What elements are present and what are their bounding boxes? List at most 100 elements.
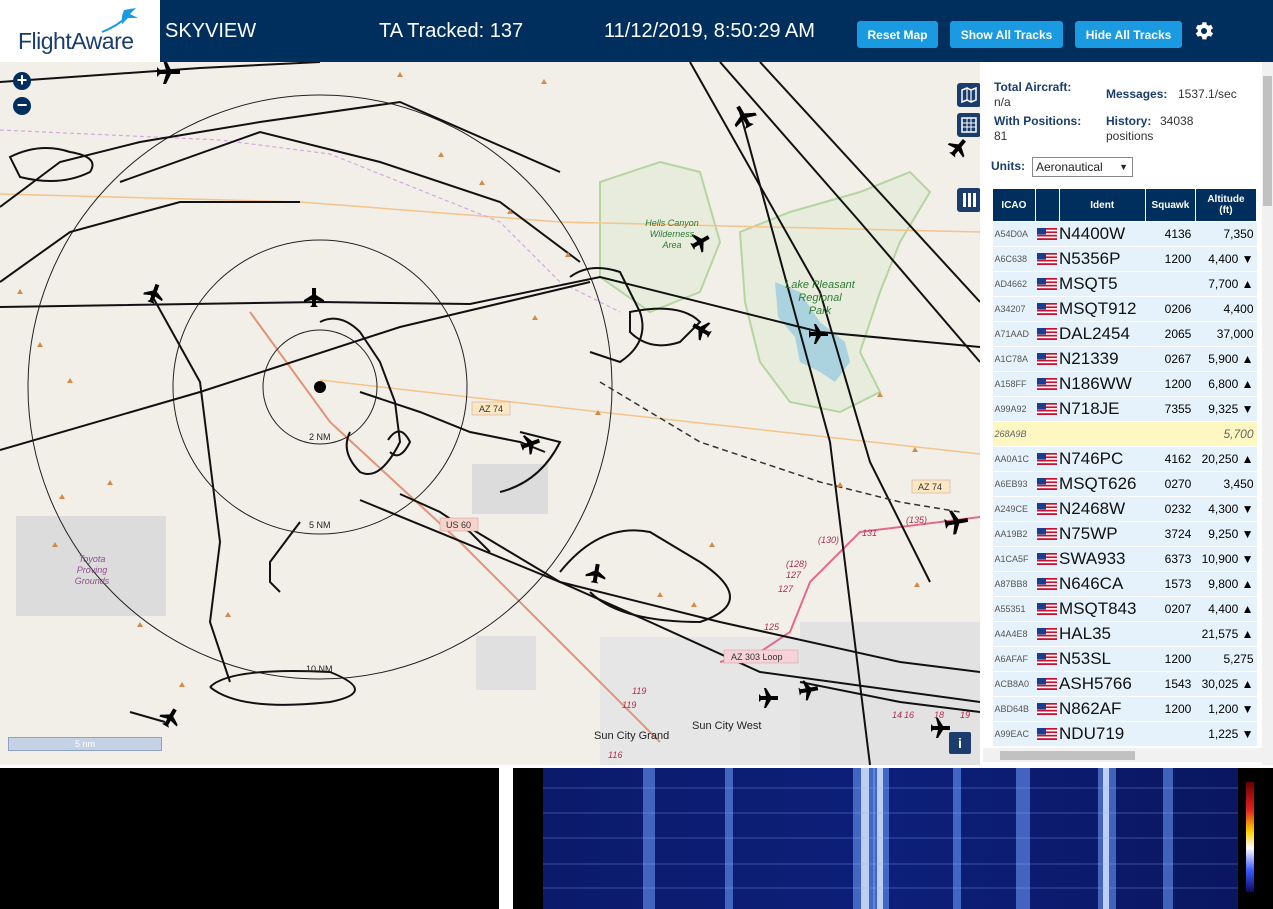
us-flag-icon	[1035, 346, 1060, 372]
altitude-column-header[interactable]: Altitude (ft)	[1194, 188, 1258, 222]
table-row[interactable]: A6AFAF N53SL 1200 5,275	[992, 646, 1257, 672]
squawk-cell: 3724	[1145, 521, 1196, 547]
columns-icon[interactable]	[957, 188, 980, 212]
table-row[interactable]: A34207 MSQT912 0206 4,400	[992, 296, 1257, 322]
altitude-cell: 5,900 ▲	[1195, 346, 1257, 372]
table-row[interactable]: A158FF N186WW 1200 6,800 ▲	[992, 371, 1257, 397]
history-value: 34038	[1160, 114, 1194, 128]
table-row[interactable]: 268A9B 5,700	[992, 421, 1257, 447]
ident-cell	[1059, 421, 1146, 447]
route-number: (128)	[786, 559, 807, 569]
zoom-out-button[interactable]: −	[13, 96, 31, 115]
history-label: History:	[1106, 114, 1152, 128]
icao-cell: A99EAC	[992, 721, 1036, 747]
us-flag-icon	[1035, 521, 1060, 547]
table-row[interactable]: A71AAD DAL2454 2065 37,000	[992, 321, 1257, 347]
table-row[interactable]: AA0A1C N746PC 4162 20,250 ▲	[992, 446, 1257, 472]
us-flag-icon	[1035, 496, 1060, 522]
current-datetime: 11/12/2019, 8:50:29 AM	[604, 20, 815, 42]
reset-map-button[interactable]: Reset Map	[857, 21, 938, 48]
table-row[interactable]: ABD64B N862AF 1200 1,200 ▼	[992, 696, 1257, 722]
icao-cell: ABD64B	[992, 696, 1036, 722]
table-row[interactable]: A6EB93 MSQT626 0270 3,450	[992, 471, 1257, 497]
settings-gear-icon[interactable]	[1192, 19, 1216, 43]
icao-cell: A34207	[992, 296, 1036, 322]
with-positions-label: With Positions:	[994, 114, 1082, 128]
squawk-column-header[interactable]: Squawk	[1144, 188, 1196, 222]
table-row[interactable]: A99A92 N718JE 7355 9,325 ▼	[992, 396, 1257, 422]
table-row[interactable]: A1CA5F SWA933 6373 10,900 ▼	[992, 546, 1257, 572]
altitude-cell: 5,700	[1195, 421, 1257, 447]
units-select-value: Aeronautical	[1036, 160, 1103, 174]
table-row[interactable]: AD4662 MSQT5 7,700 ▲	[992, 271, 1257, 297]
altitude-cell: 10,900 ▼	[1195, 546, 1257, 572]
squawk-cell	[1145, 421, 1196, 447]
table-row[interactable]: A249CE N2468W 0232 4,300 ▼	[992, 496, 1257, 522]
squawk-cell: 4136	[1145, 221, 1196, 247]
us-flag-icon	[1035, 671, 1060, 697]
range-label-5nm: 5 NM	[309, 520, 331, 530]
squawk-cell: 0267	[1145, 346, 1196, 372]
altitude-cell: 1,200 ▼	[1195, 696, 1257, 722]
hide-all-tracks-button[interactable]: Hide All Tracks	[1075, 21, 1182, 48]
zoom-in-button[interactable]: +	[13, 71, 31, 90]
icao-cell: AA0A1C	[992, 446, 1036, 472]
altitude-cell: 30,025 ▲	[1195, 671, 1257, 697]
icao-cell: A1CA5F	[992, 546, 1036, 572]
us-flag-icon	[1035, 321, 1060, 347]
altitude-cell: 5,275	[1195, 646, 1257, 672]
table-row[interactable]: A99EAC NDU719 1,225 ▼	[992, 721, 1257, 747]
us-flag-icon	[1035, 696, 1060, 722]
table-row[interactable]: A1C78A N21339 0267 5,900 ▲	[992, 346, 1257, 372]
messages-value: 1537.1/sec	[1178, 87, 1237, 101]
show-all-tracks-button[interactable]: Show All Tracks	[950, 21, 1063, 48]
squawk-cell: 0232	[1145, 496, 1196, 522]
map-layers-icon[interactable]	[957, 83, 980, 107]
table-row[interactable]: AA19B2 N75WP 3724 9,250 ▼	[992, 521, 1257, 547]
table-row[interactable]: A4A4E8 HAL35 21,575 ▲	[992, 621, 1257, 647]
table-row[interactable]: A87BB8 N646CA 1573 9,800 ▲	[992, 571, 1257, 597]
app-name: SKYVIEW	[165, 20, 257, 42]
flightaware-logo[interactable]: FlightAware	[0, 0, 160, 62]
ident-cell: N646CA	[1059, 571, 1146, 597]
squawk-cell: 1200	[1145, 371, 1196, 397]
altitude-cell: 4,300 ▼	[1195, 496, 1257, 522]
ident-cell: N53SL	[1059, 646, 1146, 672]
route-number: 119	[622, 700, 636, 710]
icao-cell: A1C78A	[992, 346, 1036, 372]
map-view[interactable]: 2 NM 5 NM 10 NM Hells Canyon Wilderness …	[0, 62, 980, 765]
urban-area	[476, 636, 536, 690]
altitude-cell: 21,575 ▲	[1195, 621, 1257, 647]
altitude-cell: 1,225 ▼	[1195, 721, 1257, 747]
vertical-scroll-thumb[interactable]	[1263, 76, 1272, 206]
ident-cell: ASH5766	[1059, 671, 1146, 697]
us-flag-icon	[1035, 221, 1060, 247]
ident-cell: N718JE	[1059, 396, 1146, 422]
grid-icon[interactable]	[957, 113, 980, 137]
units-select[interactable]: Aeronautical ▼	[1032, 157, 1133, 177]
table-row[interactable]: ACB8A0 ASH5766 1543 30,025 ▲	[992, 671, 1257, 697]
ta-tracked-count: TA Tracked: 137	[379, 20, 524, 42]
route-number: (135)	[906, 515, 927, 525]
panel-divider	[499, 765, 513, 909]
icao-cell: A158FF	[992, 371, 1036, 397]
place-label: Hells Canyon	[645, 218, 699, 228]
icao-column-header[interactable]: ICAO	[992, 188, 1036, 222]
info-button[interactable]: i	[949, 732, 971, 754]
road-label: AZ 74	[479, 404, 503, 414]
total-aircraft-value: n/a	[994, 95, 1011, 109]
table-row[interactable]: A54D0A N4400W 4136 7,350	[992, 221, 1257, 247]
altitude-cell: 6,800 ▲	[1195, 371, 1257, 397]
table-row[interactable]: A55351 MSQT843 0207 4,400 ▲	[992, 596, 1257, 622]
map-canvas[interactable]: 2 NM 5 NM 10 NM Hells Canyon Wilderness …	[0, 62, 980, 765]
altitude-cell: 9,800 ▲	[1195, 571, 1257, 597]
horizontal-scroll-thumb[interactable]	[1000, 751, 1135, 760]
table-row[interactable]: A6C638 N5356P 1200 4,400 ▼	[992, 246, 1257, 272]
scale-bar: 5 nm	[8, 737, 162, 751]
ident-column-header[interactable]: Ident	[1058, 188, 1146, 222]
flag-column-header[interactable]	[1034, 188, 1060, 222]
us-flag-icon	[1035, 596, 1060, 622]
altitude-cell: 4,400 ▲	[1195, 596, 1257, 622]
us-flag-icon	[1035, 296, 1060, 322]
squawk-cell: 0206	[1145, 296, 1196, 322]
